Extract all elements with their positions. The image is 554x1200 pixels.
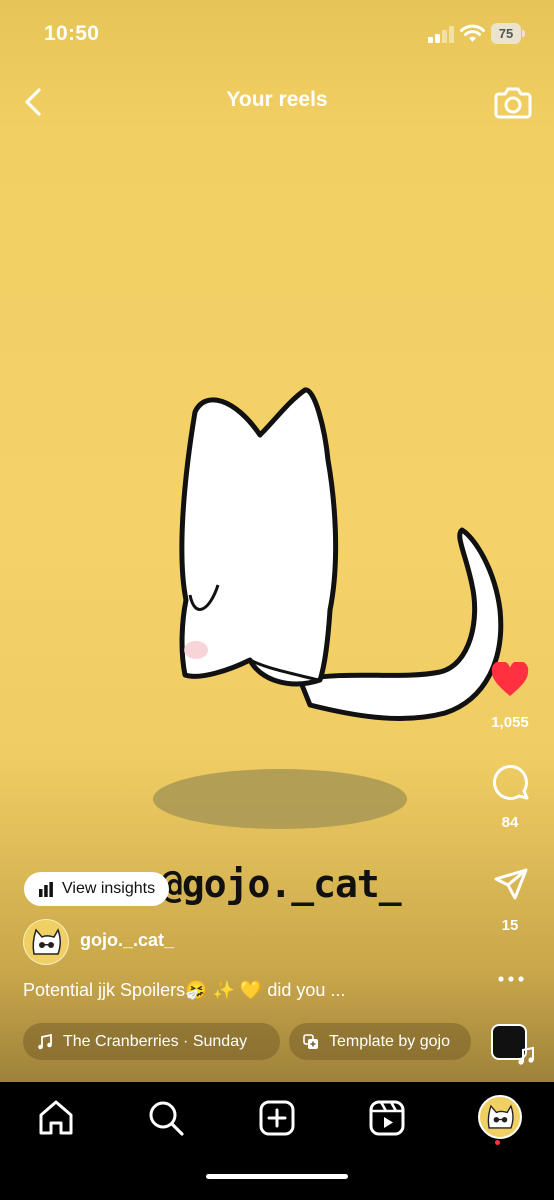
notification-dot xyxy=(495,1140,500,1145)
home-icon[interactable] xyxy=(36,1098,76,1138)
audio-music-note-icon xyxy=(518,1046,534,1065)
bottom-tab-bar xyxy=(0,1082,554,1200)
template-label: Template by gojo xyxy=(329,1032,450,1050)
status-bar: 10:50 75 xyxy=(0,0,554,70)
like-count[interactable]: 1,055 xyxy=(480,714,540,731)
create-post-icon[interactable] xyxy=(257,1098,297,1138)
battery-icon: 75 xyxy=(491,23,525,44)
comment-count[interactable]: 84 xyxy=(480,814,540,831)
camera-icon[interactable] xyxy=(494,84,532,120)
view-insights-label: View insights xyxy=(62,880,156,897)
cellular-signal-icon xyxy=(428,26,454,43)
artist-watermark: @gojo._cat_ xyxy=(160,862,402,906)
page-title: Your reels xyxy=(226,88,328,111)
music-attribution-pill[interactable]: The Cranberries · Sunday xyxy=(23,1023,280,1060)
share-count[interactable]: 15 xyxy=(480,917,540,934)
home-indicator xyxy=(206,1174,348,1179)
reels-icon[interactable] xyxy=(367,1098,407,1138)
battery-level: 75 xyxy=(498,26,514,41)
template-icon xyxy=(303,1033,318,1049)
more-options-icon[interactable] xyxy=(497,975,525,983)
template-pill[interactable]: Template by gojo xyxy=(289,1023,471,1060)
cat-artwork xyxy=(153,387,504,829)
music-note-icon xyxy=(38,1033,52,1049)
music-label: The Cranberries · Sunday xyxy=(63,1032,248,1050)
status-time: 10:50 xyxy=(44,22,100,45)
comment-icon[interactable] xyxy=(492,763,530,801)
search-icon[interactable] xyxy=(146,1098,186,1138)
wifi-icon xyxy=(460,24,485,42)
profile-tab-avatar[interactable] xyxy=(478,1095,522,1139)
view-insights-button[interactable]: View insights xyxy=(24,872,170,906)
share-send-icon[interactable] xyxy=(493,867,529,901)
avatar[interactable] xyxy=(23,919,69,965)
username[interactable]: gojo._.cat_ xyxy=(80,930,174,951)
reel-caption[interactable]: Potential jjk Spoilers🤧 ✨ 💛 did you ... xyxy=(23,980,345,1001)
reel-video[interactable]: 10:50 75 Your reels @gojo._cat_ 1,055 84… xyxy=(0,0,554,1082)
cat-avatar-icon xyxy=(487,1104,514,1129)
like-heart-icon[interactable] xyxy=(490,662,530,698)
bar-chart-icon xyxy=(39,882,53,897)
cat-avatar-icon xyxy=(32,928,61,955)
